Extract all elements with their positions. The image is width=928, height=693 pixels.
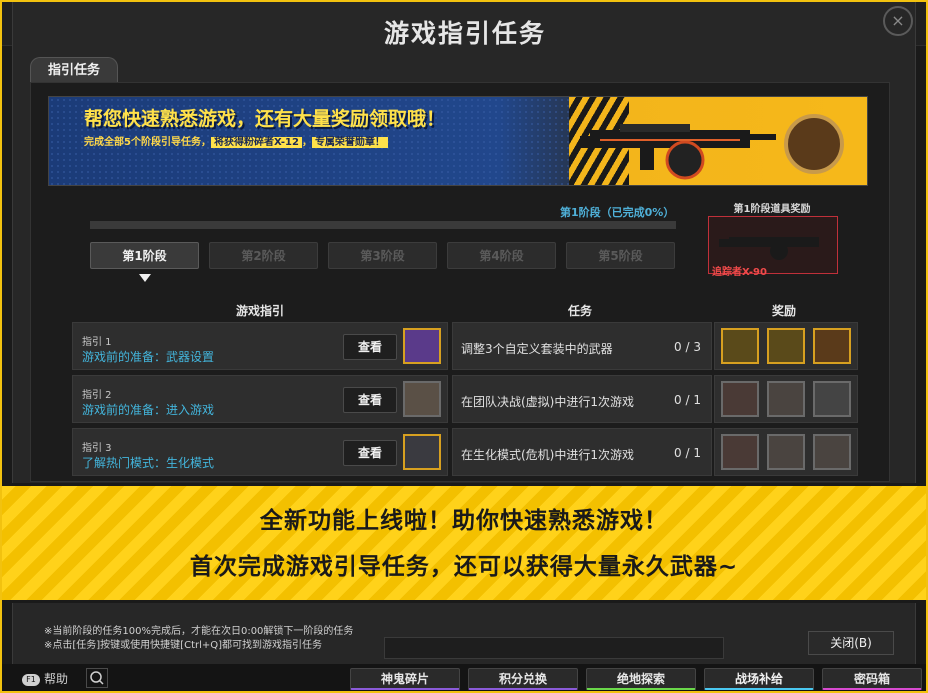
stage-progress-label: 第1阶段（已完成0%）: [560, 206, 675, 219]
table-row: 指引 2 游戏前的准备：进入游戏 查看 在团队决战(虚拟)中进行1次游戏 0 /…: [72, 375, 858, 423]
guide-number: 指引 2: [82, 390, 112, 401]
guide-thumbnail[interactable]: [403, 381, 441, 417]
search-glyph-icon: [90, 671, 104, 685]
bottom-button-explore[interactable]: 绝地探索: [586, 668, 696, 690]
stage-reward-title: 第1阶段道具奖励: [733, 204, 811, 215]
task-text: 在生化模式(危机)中进行1次游戏: [461, 448, 634, 462]
guide-cell: 指引 3 了解热门模式：生化模式 查看: [72, 428, 448, 476]
guide-cell: 指引 1 游戏前的准备：武器设置 查看: [72, 322, 448, 370]
stage-progress-bar: [90, 221, 676, 229]
reward-item-icon[interactable]: [767, 381, 805, 417]
honor-medal-icon: [784, 114, 844, 174]
reward-item-icon[interactable]: [813, 381, 851, 417]
reward-item-icon[interactable]: [813, 328, 851, 364]
guide-title: 了解热门模式：生化模式: [82, 456, 215, 470]
bottom-button-points[interactable]: 积分兑换: [468, 668, 578, 690]
guide-thumbnail[interactable]: [403, 328, 441, 364]
reward-item-icon[interactable]: [721, 328, 759, 364]
banner-sub-mid: ，: [301, 137, 312, 148]
guide-thumbnail[interactable]: [403, 434, 441, 470]
view-button[interactable]: 查看: [343, 387, 397, 413]
bottom-button-codebox[interactable]: 密码箱: [822, 668, 922, 690]
task-cell: 调整3个自定义套装中的武器 0 / 3: [452, 322, 712, 370]
guide-cell: 指引 2 游戏前的准备：进入游戏 查看: [72, 375, 448, 423]
view-button[interactable]: 查看: [343, 440, 397, 466]
reward-cell: [714, 322, 858, 370]
promo-line-1: 全新功能上线啦！助你快速熟悉游戏！: [260, 508, 668, 534]
close-icon[interactable]: ×: [883, 6, 913, 36]
window-title: 游戏指引任务: [383, 19, 546, 48]
stage-tab-4[interactable]: 第4阶段: [447, 242, 556, 269]
banner-sub-highlight-2: 专属荣誉勋章！: [311, 137, 388, 148]
guide-number: 指引 3: [82, 443, 112, 454]
banner-sub-prefix: 完成全部5个阶段引导任务，: [84, 137, 211, 148]
task-text: 在团队决战(虚拟)中进行1次游戏: [461, 395, 634, 409]
reward-item-icon[interactable]: [767, 328, 805, 364]
banner-title: 帮您快速熟悉游戏，还有大量奖励领取哦！: [84, 108, 446, 130]
task-count: 0 / 1: [674, 393, 701, 407]
gun-image: [580, 124, 776, 180]
table-row: 指引 1 游戏前的准备：武器设置 查看 调整3个自定义套装中的武器 0 / 3: [72, 322, 858, 370]
reward-item-icon[interactable]: [813, 434, 851, 470]
task-count: 0 / 1: [674, 446, 701, 460]
bottom-button-shengui[interactable]: 神鬼碎片: [350, 668, 460, 690]
task-text: 调整3个自定义套装中的武器: [461, 342, 613, 356]
reward-item-icon[interactable]: [721, 381, 759, 417]
guide-title: 游戏前的准备：武器设置: [82, 350, 215, 364]
reward-item-name: 追踪者X-90: [712, 267, 767, 278]
banner-subtitle: 完成全部5个阶段引导任务， 将获得粉碎者X-12，专属荣誉勋章！: [84, 133, 388, 148]
reward-cell: [714, 375, 858, 423]
guide-number: 指引 1: [82, 337, 112, 348]
header-reward: 奖励: [772, 304, 797, 318]
task-count: 0 / 3: [674, 340, 701, 354]
active-stage-arrow-icon: [139, 274, 151, 282]
view-button[interactable]: 查看: [343, 334, 397, 360]
bottom-button-supply[interactable]: 战场补给: [704, 668, 814, 690]
help-label: 帮助: [44, 672, 69, 686]
help-key-badge: F1: [22, 673, 40, 686]
reward-cell: [714, 428, 858, 476]
search-icon[interactable]: [86, 668, 108, 688]
stage-tab-5[interactable]: 第5阶段: [566, 242, 675, 269]
header-guide: 游戏指引: [236, 304, 285, 318]
footer-note-2: ※点击[任务]按键或使用快捷键[Ctrl+Q]都可找到游戏指引任务: [44, 640, 323, 651]
promo-line-2: 首次完成游戏引导任务，还可以获得大量永久武器~: [189, 554, 739, 580]
close-button[interactable]: 关闭(B): [808, 631, 894, 655]
reward-item-icon[interactable]: [767, 434, 805, 470]
reward-item-icon[interactable]: [721, 434, 759, 470]
tab-guide-tasks[interactable]: 指引任务: [30, 57, 118, 83]
stage-reward-box[interactable]: 第1阶段道具奖励 追踪者X-90: [706, 200, 838, 278]
help-button[interactable]: F1 帮助: [22, 670, 68, 687]
banner-sub-highlight-1: 将获得粉碎者X-12: [210, 137, 302, 148]
footer-note-1: ※当前阶段的任务100%完成后，才能在次日0:00解锁下一阶段的任务: [44, 626, 354, 637]
table-row: 指引 3 了解热门模式：生化模式 查看 在生化模式(危机)中进行1次游戏 0 /…: [72, 428, 858, 476]
stage-tab-3[interactable]: 第3阶段: [328, 242, 437, 269]
task-cell: 在团队决战(虚拟)中进行1次游戏 0 / 1: [452, 375, 712, 423]
stage-tab-2[interactable]: 第2阶段: [209, 242, 318, 269]
task-cell: 在生化模式(危机)中进行1次游戏 0 / 1: [452, 428, 712, 476]
stage-tab-1[interactable]: 第1阶段: [90, 242, 199, 269]
header-task: 任务: [568, 304, 593, 318]
guide-title: 游戏前的准备：进入游戏: [82, 403, 215, 417]
chat-input[interactable]: [384, 637, 724, 659]
